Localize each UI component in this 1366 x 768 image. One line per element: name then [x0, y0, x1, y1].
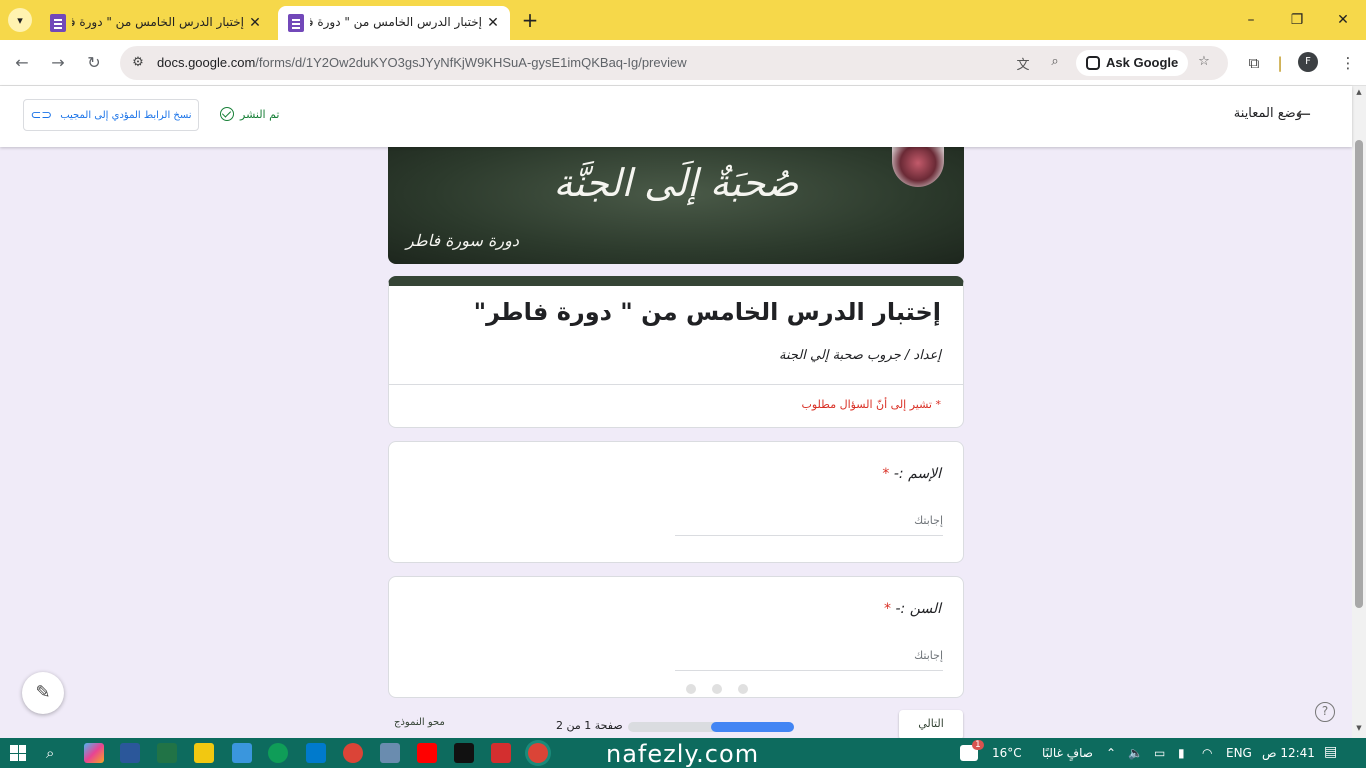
- browser-menu-icon[interactable]: ⋮: [1336, 51, 1360, 75]
- browser-tab-active[interactable]: إختبار الدرس الخامس من " دورة فا ✕: [278, 6, 510, 40]
- battery-icon[interactable]: ▮: [1178, 746, 1185, 760]
- answer-placeholder: إجابتك: [914, 514, 943, 527]
- edit-pencil-button[interactable]: ✎: [22, 672, 64, 714]
- ask-google-button[interactable]: Ask Google: [1076, 50, 1189, 76]
- search-app-icon[interactable]: [380, 743, 400, 763]
- help-icon[interactable]: ?: [1315, 702, 1335, 722]
- url-text[interactable]: docs.google.com/forms/d/1Y2Ow2duKYO3gsJY…: [157, 55, 687, 70]
- keyboard-icon[interactable]: [232, 743, 252, 763]
- form-title-card: إختبار الدرس الخامس من " دورة فاطر" إعدا…: [388, 276, 964, 428]
- divider: [389, 384, 963, 385]
- preview-mode-label: وضع المعاينة: [1233, 106, 1302, 121]
- required-asterisk: *: [882, 466, 890, 482]
- check-circle-icon: [220, 107, 234, 121]
- page-indicator: صفحة 1 من 2: [556, 719, 623, 732]
- extensions-icon[interactable]: ⧉: [1242, 51, 1266, 75]
- scroll-up-icon[interactable]: ▲: [1355, 88, 1363, 96]
- browser-tab-strip: ▾ إختبار الدرس الخامس من " دورة فا ✕ إخت…: [0, 0, 1366, 40]
- answer-placeholder: إجابتك: [914, 649, 943, 662]
- new-tab-button[interactable]: +: [518, 8, 542, 32]
- edge-icon[interactable]: [268, 743, 288, 763]
- required-asterisk: *: [884, 601, 892, 617]
- close-window-button[interactable]: ✕: [1320, 0, 1366, 40]
- progress-bar: [628, 722, 794, 732]
- volume-icon[interactable]: 🔈: [1128, 746, 1143, 760]
- question-label: السن :- *: [884, 601, 941, 617]
- pycharm-icon[interactable]: [454, 743, 474, 763]
- reload-icon[interactable]: ↻: [82, 51, 106, 75]
- google-forms-icon: [288, 14, 304, 32]
- acrobat-icon[interactable]: [491, 743, 511, 763]
- windows-start-icon[interactable]: [10, 745, 26, 761]
- divider: |: [1277, 54, 1283, 72]
- temperature: 16°C: [992, 746, 1022, 760]
- language-indicator[interactable]: ENG: [1226, 746, 1252, 760]
- banner-subtitle: دورة سورة فاطر: [406, 231, 519, 250]
- tab-search-dropdown-icon[interactable]: ▾: [8, 8, 32, 32]
- display-icon[interactable]: ▭: [1154, 746, 1165, 760]
- search-icon[interactable]: ⌕: [46, 744, 54, 762]
- bookmark-star-icon[interactable]: ☆: [1195, 54, 1213, 72]
- required-note: * تشير إلى أنّ السؤال مطلوب: [801, 398, 941, 411]
- published-label: تم النشر: [240, 107, 280, 121]
- question-card-age: السن :- * إجابتك: [388, 576, 964, 698]
- copy-link-label: نسخ الرابط المؤدي إلى المجيب: [60, 109, 192, 121]
- age-answer-input[interactable]: إجابتك: [675, 639, 943, 671]
- copilot-icon[interactable]: [84, 743, 104, 763]
- zoom-icon[interactable]: ⌕: [1046, 54, 1064, 72]
- chrome-icon[interactable]: [343, 743, 363, 763]
- google-forms-icon: [50, 14, 66, 32]
- form-header-image: صُحبَةٌ إلَى الجنَّة دورة سورة فاطر: [388, 147, 964, 264]
- site-watermark: nafezly.com: [606, 740, 760, 768]
- loading-dots: [686, 684, 748, 694]
- form-footer: التالي صفحة 1 من 2 محو النموذج: [388, 709, 964, 738]
- form-description: إعداد / جروب صحبة إلي الجنة: [779, 348, 941, 363]
- notifications-icon[interactable]: ▤: [1324, 744, 1337, 760]
- minimize-button[interactable]: –: [1228, 0, 1274, 40]
- published-status: تم النشر: [220, 107, 280, 121]
- google-lens-icon: [1086, 56, 1100, 70]
- question-card-name: الإسم :- * إجابتك: [388, 441, 964, 563]
- file-explorer-icon[interactable]: [194, 743, 214, 763]
- clear-form-button[interactable]: محو النموذج: [394, 717, 445, 728]
- scroll-thumb[interactable]: [1355, 140, 1363, 608]
- name-answer-input[interactable]: إجابتك: [675, 504, 943, 536]
- browser-toolbar: ← → ↻ ⚙ docs.google.com/forms/d/1Y2Ow2du…: [0, 40, 1366, 86]
- browser-tab-inactive[interactable]: إختبار الدرس الخامس من " دورة فا ✕: [40, 6, 272, 40]
- page-scrollbar[interactable]: ▲ ▼: [1352, 86, 1366, 738]
- tab-title: إختبار الدرس الخامس من " دورة فا: [72, 15, 244, 29]
- question-label: الإسم :- *: [882, 466, 941, 482]
- form-canvas: صُحبَةٌ إلَى الجنَّة دورة سورة فاطر إختب…: [0, 147, 1352, 738]
- chevron-up-icon[interactable]: ⌃: [1106, 746, 1116, 760]
- wifi-icon[interactable]: ◠: [1202, 746, 1212, 760]
- word-icon[interactable]: [120, 743, 140, 763]
- notification-badge: 1: [972, 740, 984, 750]
- progress-fill: [711, 722, 794, 732]
- tab-title: إختبار الدرس الخامس من " دورة فا: [310, 15, 482, 29]
- tab-close-icon[interactable]: ✕: [484, 14, 502, 32]
- restore-button[interactable]: ❐: [1274, 0, 1320, 40]
- tab-close-icon[interactable]: ✕: [246, 14, 264, 32]
- address-bar[interactable]: ⚙ docs.google.com/forms/d/1Y2Ow2duKYO3gs…: [120, 46, 1228, 80]
- back-icon[interactable]: ←: [10, 51, 34, 75]
- next-button[interactable]: التالي: [899, 710, 963, 738]
- site-info-icon[interactable]: ⚙: [130, 55, 146, 71]
- banner-title: صُحبَةٌ إلَى الجنَّة: [553, 161, 799, 205]
- forms-preview-header: نسخ الرابط المؤدي إلى المجيب ⊂⊃ تم النشر…: [0, 86, 1352, 147]
- scroll-down-icon[interactable]: ▼: [1355, 724, 1363, 732]
- copy-responder-link-button[interactable]: نسخ الرابط المؤدي إلى المجيب ⊂⊃: [23, 99, 199, 131]
- chrome-active-icon[interactable]: [528, 743, 548, 763]
- weather-status: صافٍ غالبًا: [1042, 746, 1093, 760]
- back-arrow-icon[interactable]: ←: [1296, 104, 1311, 125]
- profile-avatar[interactable]: F: [1298, 52, 1318, 72]
- translate-icon[interactable]: 文: [1014, 54, 1032, 73]
- form-title: إختبار الدرس الخامس من " دورة فاطر": [473, 298, 941, 326]
- excel-icon[interactable]: [157, 743, 177, 763]
- clock[interactable]: 12:41 ص: [1262, 746, 1315, 760]
- link-icon: ⊂⊃: [30, 107, 53, 123]
- vscode-icon[interactable]: [306, 743, 326, 763]
- forward-icon[interactable]: →: [46, 51, 70, 75]
- youtube-icon[interactable]: [417, 743, 437, 763]
